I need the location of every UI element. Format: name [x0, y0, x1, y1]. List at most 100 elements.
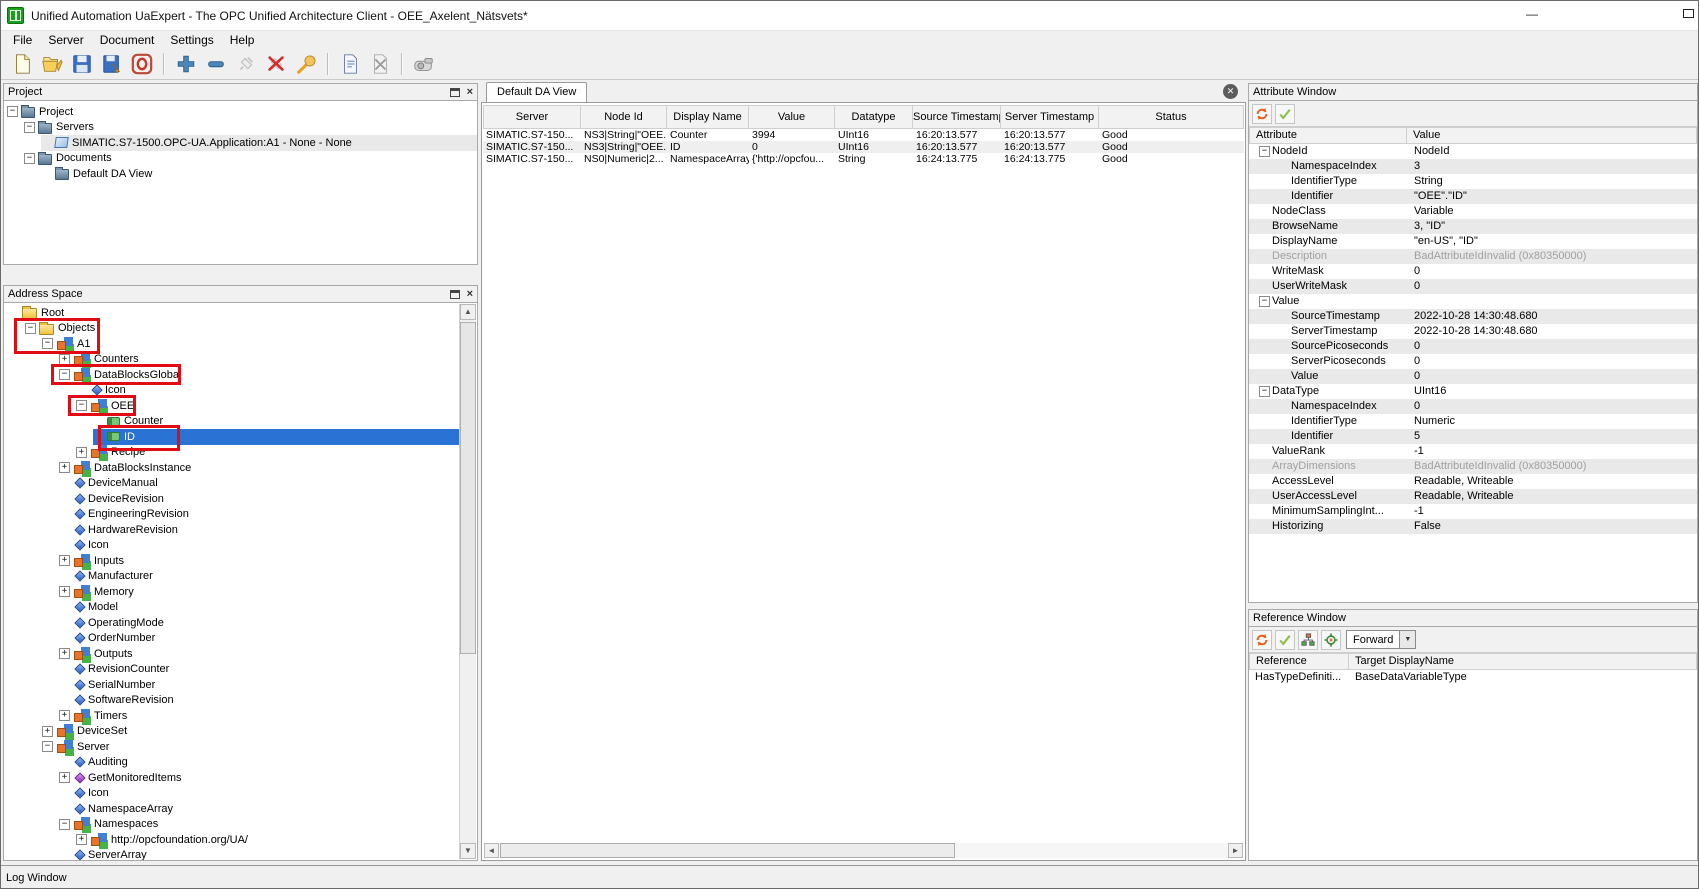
- collapse-icon[interactable]: −: [7, 106, 18, 117]
- tree-item-objects[interactable]: −Objects: [5, 321, 459, 337]
- expand-icon[interactable]: +: [42, 726, 53, 737]
- attribute-row-sourcetimestamp[interactable]: SourceTimestamp2022-10-28 14:30:48.680: [1249, 309, 1697, 324]
- close-panel-icon[interactable]: ×: [467, 87, 473, 97]
- attribute-row-writemask[interactable]: WriteMask0: [1249, 264, 1697, 279]
- horizontal-scrollbar[interactable]: ◄ ►: [484, 843, 1243, 858]
- expand-icon[interactable]: +: [59, 354, 70, 365]
- refresh-icon[interactable]: [1252, 630, 1272, 650]
- attribute-row-nodeclass[interactable]: NodeClassVariable: [1249, 204, 1697, 219]
- add-node-icon[interactable]: [173, 51, 199, 77]
- collapse-icon[interactable]: −: [42, 338, 53, 349]
- reference-direction-select[interactable]: Forward ▼: [1346, 630, 1416, 649]
- collapse-icon[interactable]: −: [42, 741, 53, 752]
- tree-item-memory[interactable]: +Memory: [5, 584, 459, 600]
- refresh-icon[interactable]: [1252, 104, 1272, 124]
- tree-item-counters[interactable]: +Counters: [5, 352, 459, 368]
- tree-item-default-da-view[interactable]: Default DA View: [4, 166, 477, 182]
- browse-target-icon[interactable]: [1321, 630, 1341, 650]
- menu-item-document[interactable]: Document: [92, 31, 163, 49]
- menu-item-help[interactable]: Help: [222, 31, 263, 49]
- tree-item-revisioncounter[interactable]: RevisionCounter: [5, 662, 459, 678]
- menu-item-file[interactable]: File: [5, 31, 40, 49]
- apply-check-icon[interactable]: [1275, 630, 1295, 650]
- attribute-row-nodeid[interactable]: −NodeIdNodeId: [1249, 144, 1697, 159]
- exit-app-icon[interactable]: [129, 51, 155, 77]
- scroll-left-icon[interactable]: ◄: [484, 843, 499, 858]
- hierarchy-icon[interactable]: [1298, 630, 1318, 650]
- tree-item-http-opcfoundation-org-ua[interactable]: +http://opcfoundation.org/UA/: [5, 832, 459, 848]
- remove-document-icon[interactable]: [367, 51, 393, 77]
- column-header-node-id[interactable]: Node Id: [581, 105, 667, 129]
- tree-item-icon[interactable]: Icon: [5, 786, 459, 802]
- tree-item-servers[interactable]: −Servers: [4, 120, 477, 136]
- column-header-attribute[interactable]: Attribute: [1249, 127, 1407, 144]
- attribute-row-identifier[interactable]: Identifier5: [1249, 429, 1697, 444]
- attribute-row-namespaceindex[interactable]: NamespaceIndex0: [1249, 399, 1697, 414]
- expand-icon[interactable]: +: [59, 772, 70, 783]
- collapse-icon[interactable]: −: [76, 400, 87, 411]
- float-panel-icon[interactable]: [450, 290, 460, 299]
- attribute-row-displayname[interactable]: DisplayName"en-US", "ID": [1249, 234, 1697, 249]
- tree-item-root[interactable]: Root: [5, 305, 459, 321]
- column-header-datatype[interactable]: Datatype: [835, 105, 913, 129]
- tree-item-auditing[interactable]: Auditing: [5, 755, 459, 771]
- collapse-icon[interactable]: −: [59, 369, 70, 380]
- column-header-value[interactable]: Value: [1407, 127, 1697, 144]
- tree-item-softwarerevision[interactable]: SoftwareRevision: [5, 693, 459, 709]
- collapse-icon[interactable]: −: [25, 323, 36, 334]
- apply-check-icon[interactable]: [1275, 104, 1295, 124]
- attribute-row-accesslevel[interactable]: AccessLevelReadable, Writeable: [1249, 474, 1697, 489]
- collapse-icon[interactable]: −: [24, 122, 35, 133]
- tree-item-hardwarerevision[interactable]: HardwareRevision: [5, 522, 459, 538]
- column-header-source-timestamp[interactable]: Source Timestamp: [913, 105, 1001, 129]
- connect-icon[interactable]: [233, 51, 259, 77]
- da-row-namespacearray[interactable]: SIMATIC.S7-150...NS0|Numeric|2...Namespa…: [483, 153, 1244, 165]
- screenshot-camera-icon[interactable]: [411, 51, 437, 77]
- tree-item-operatingmode[interactable]: OperatingMode: [5, 615, 459, 631]
- close-panel-icon[interactable]: ×: [467, 289, 473, 299]
- expand-icon[interactable]: +: [76, 447, 87, 458]
- tree-item-devicerevision[interactable]: DeviceRevision: [5, 491, 459, 507]
- tree-item-icon[interactable]: Icon: [5, 383, 459, 399]
- tree-item-getmonitoreditems[interactable]: +GetMonitoredItems: [5, 770, 459, 786]
- tree-item-simatic-s7-1500-opc-ua-application-a1-no[interactable]: SIMATIC.S7-1500.OPC-UA.Application:A1 - …: [4, 135, 477, 151]
- attribute-row-userwritemask[interactable]: UserWriteMask0: [1249, 279, 1697, 294]
- da-row-id[interactable]: SIMATIC.S7-150...NS3|String|"OEE...ID0UI…: [483, 141, 1244, 153]
- expand-icon[interactable]: +: [76, 834, 87, 845]
- collapse-icon[interactable]: −: [1259, 296, 1270, 307]
- expand-icon[interactable]: +: [59, 586, 70, 597]
- attribute-row-servertimestamp[interactable]: ServerTimestamp2022-10-28 14:30:48.680: [1249, 324, 1697, 339]
- attribute-row-historizing[interactable]: HistorizingFalse: [1249, 519, 1697, 534]
- expand-icon[interactable]: +: [59, 710, 70, 721]
- disconnect-icon[interactable]: [263, 51, 289, 77]
- column-header-value[interactable]: Value: [749, 105, 835, 129]
- save-file-icon[interactable]: [69, 51, 95, 77]
- attribute-row-identifier[interactable]: Identifier"OEE"."ID": [1249, 189, 1697, 204]
- collapse-icon[interactable]: −: [24, 153, 35, 164]
- attribute-row-minimumsamplingint[interactable]: MinimumSamplingInt...-1: [1249, 504, 1697, 519]
- column-header-display-name[interactable]: Display Name: [667, 105, 749, 129]
- attribute-row-identifiertype[interactable]: IdentifierTypeNumeric: [1249, 414, 1697, 429]
- tree-item-serverarray[interactable]: ServerArray: [5, 848, 459, 862]
- add-document-icon[interactable]: [337, 51, 363, 77]
- remove-node-icon[interactable]: [203, 51, 229, 77]
- tree-item-ordernumber[interactable]: OrderNumber: [5, 631, 459, 647]
- tree-item-server[interactable]: −Server: [5, 739, 459, 755]
- close-document-icon[interactable]: ✕: [1223, 84, 1238, 99]
- tree-item-serialnumber[interactable]: SerialNumber: [5, 677, 459, 693]
- open-file-icon[interactable]: [39, 51, 65, 77]
- new-file-icon[interactable]: [9, 51, 35, 77]
- tree-item-namespacearray[interactable]: NamespaceArray: [5, 801, 459, 817]
- tree-item-icon[interactable]: Icon: [5, 538, 459, 554]
- tree-item-datablocksglobal[interactable]: −DataBlocksGlobal: [5, 367, 459, 383]
- float-panel-icon[interactable]: [450, 88, 460, 97]
- column-header-server-timestamp[interactable]: Server Timestamp: [1001, 105, 1099, 129]
- column-header-server[interactable]: Server: [483, 105, 581, 129]
- tree-item-datablocksinstance[interactable]: +DataBlocksInstance: [5, 460, 459, 476]
- scrollbar-thumb[interactable]: [500, 843, 955, 858]
- tree-item-inputs[interactable]: +Inputs: [5, 553, 459, 569]
- tree-item-deviceset[interactable]: +DeviceSet: [5, 724, 459, 740]
- tree-item-id[interactable]: ID: [5, 429, 459, 445]
- tree-item-model[interactable]: Model: [5, 600, 459, 616]
- tree-item-devicemanual[interactable]: DeviceManual: [5, 476, 459, 492]
